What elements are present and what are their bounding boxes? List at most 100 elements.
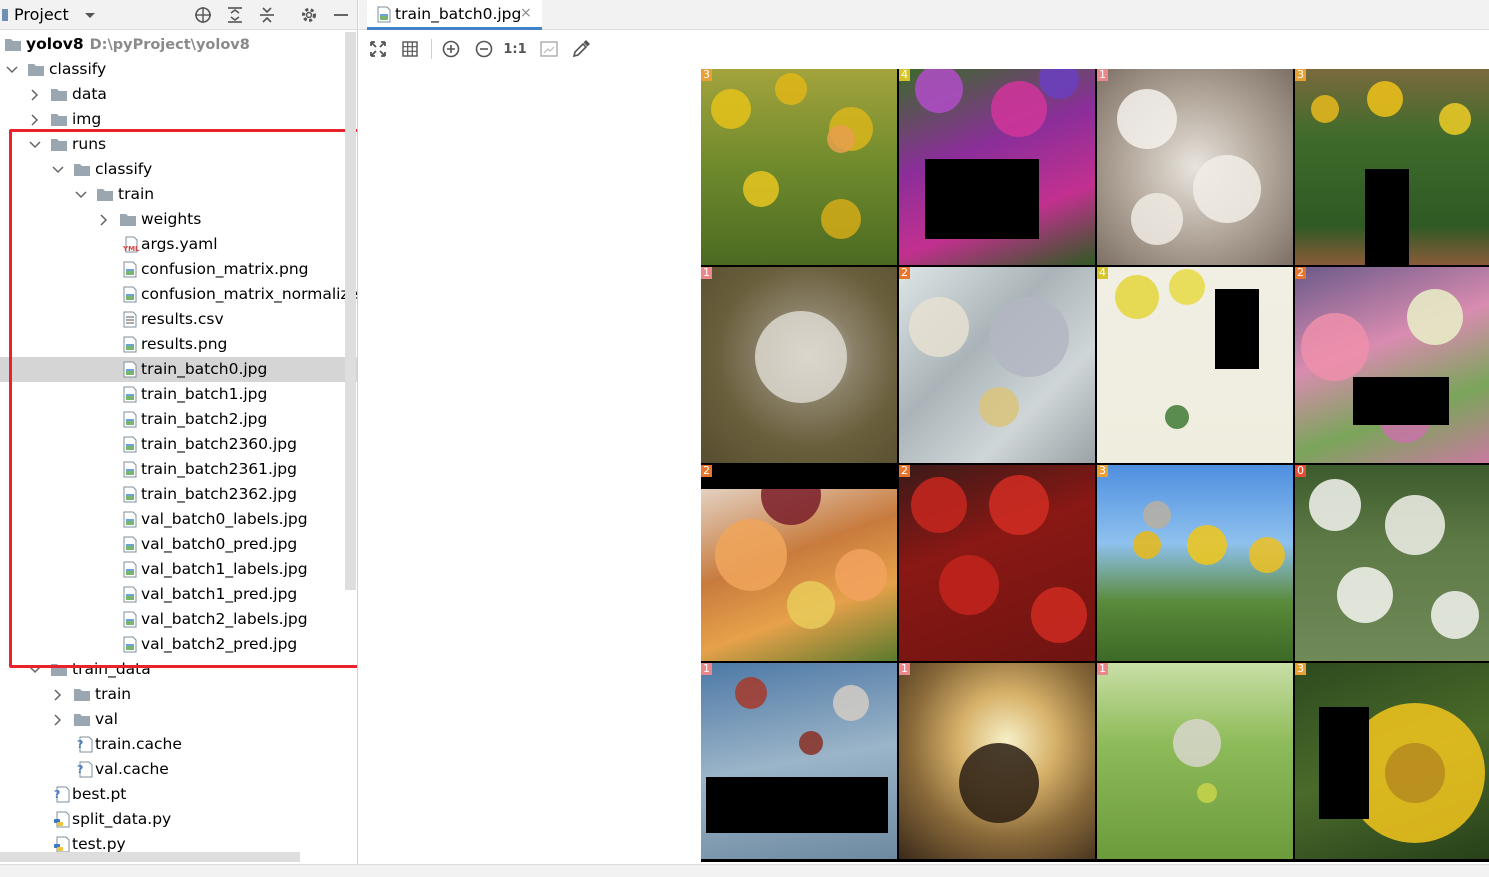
tab-label: train_batch0.jpg xyxy=(395,5,522,23)
tree-item-label: train xyxy=(95,685,132,703)
project-panel: Project yolov8 D:\pyProject\yolov8 classif… xyxy=(0,0,358,877)
class-label: 1 xyxy=(701,663,712,675)
tree-vertical-scrollbar[interactable] xyxy=(345,32,356,590)
svg-text:?: ? xyxy=(77,738,83,751)
flower-blob xyxy=(1337,567,1393,623)
class-label: 4 xyxy=(899,69,910,81)
flower-blob xyxy=(1115,275,1159,319)
class-label: 2 xyxy=(899,267,910,279)
cutout-mask xyxy=(1319,707,1369,819)
class-label: 2 xyxy=(899,465,910,477)
class-label: 0 xyxy=(1295,465,1306,477)
training-image-tile: 2 xyxy=(899,267,1095,463)
chevron-down-icon[interactable] xyxy=(5,62,19,76)
class-label: 3 xyxy=(701,69,712,81)
toolbar-separator xyxy=(431,39,432,59)
flower-blob xyxy=(735,677,767,709)
flower-blob xyxy=(1385,743,1445,803)
flower-blob xyxy=(743,171,779,207)
tree-row[interactable]: train xyxy=(0,682,357,707)
project-view-title[interactable]: Project xyxy=(14,5,69,24)
cutout-mask xyxy=(1353,377,1449,425)
flower-blob xyxy=(1165,405,1189,429)
flower-blob xyxy=(1131,193,1183,245)
class-label: 3 xyxy=(1097,465,1108,477)
locate-icon[interactable] xyxy=(193,5,213,25)
zoom-in-icon[interactable] xyxy=(441,39,461,59)
tab-train-batch0[interactable]: train_batch0.jpg × xyxy=(367,0,542,30)
tree-row[interactable]: ? val.cache xyxy=(0,757,357,782)
actual-size-label: 1:1 xyxy=(503,41,527,57)
flower-blob xyxy=(1197,783,1217,803)
folder-icon xyxy=(73,711,91,728)
zoom-out-icon[interactable] xyxy=(474,39,494,59)
expand-all-icon[interactable] xyxy=(225,5,245,25)
flower-blob xyxy=(911,477,967,533)
tree-row[interactable]: ? train.cache xyxy=(0,732,357,757)
cutout-mask xyxy=(701,465,897,489)
background-icon[interactable] xyxy=(539,39,559,59)
minimize-icon[interactable] xyxy=(331,5,351,25)
tree-row[interactable]: ? best.pt xyxy=(0,782,357,807)
chevron-right-icon[interactable] xyxy=(51,712,65,726)
unknown-file-icon: ? xyxy=(54,786,72,803)
chevron-right-icon[interactable] xyxy=(28,112,42,126)
tree-item-label: data xyxy=(72,85,107,103)
tree-row[interactable]: yolov8 D:\pyProject\yolov8 xyxy=(0,32,357,57)
flower-blob xyxy=(915,69,963,113)
training-image-tile: 3 xyxy=(1295,69,1489,265)
image-viewer-canvas[interactable]: 3 4 1 3 1 2 4 2 2 2 3 0 1 1 1 3 xyxy=(701,69,1489,862)
flower-blob xyxy=(835,549,887,601)
chevron-right-icon[interactable] xyxy=(28,87,42,101)
class-label: 1 xyxy=(899,663,910,675)
close-icon[interactable]: × xyxy=(520,5,532,21)
python-file-icon xyxy=(54,811,72,828)
flower-blob xyxy=(775,73,807,105)
training-image-tile: 0 xyxy=(1295,465,1489,661)
svg-text:?: ? xyxy=(54,788,60,801)
color-picker-icon[interactable] xyxy=(571,39,591,59)
gear-icon[interactable] xyxy=(299,5,319,25)
cutout-mask xyxy=(706,777,888,833)
class-label: 3 xyxy=(1295,663,1306,675)
training-image-tile: 3 xyxy=(1097,465,1293,661)
tree-row[interactable]: classify xyxy=(0,57,357,82)
training-image-tile: 2 xyxy=(899,465,1095,661)
flower-blob xyxy=(1367,81,1403,117)
flower-blob xyxy=(787,581,835,629)
training-image-tile: 1 xyxy=(1097,663,1293,859)
tree-item-label: split_data.py xyxy=(72,810,172,828)
tree-horizontal-scrollbar[interactable] xyxy=(0,852,300,862)
collapse-all-icon[interactable] xyxy=(257,5,277,25)
actual-size-icon[interactable]: 1:1 xyxy=(503,39,527,59)
tree-row[interactable]: val xyxy=(0,707,357,732)
class-label: 3 xyxy=(1295,69,1306,81)
flower-blob xyxy=(715,519,787,591)
tree-item-label: yolov8 D:\pyProject\yolov8 xyxy=(26,35,250,53)
training-image-tile: 4 xyxy=(1097,267,1293,463)
flower-blob xyxy=(1431,591,1479,639)
image-editor-toolbar: 1:1 xyxy=(359,31,1489,67)
tree-item-path: D:\pyProject\yolov8 xyxy=(89,37,250,53)
training-image-tile: 1 xyxy=(1097,69,1293,265)
annotation-highlight-box xyxy=(9,129,357,668)
fit-screen-icon[interactable] xyxy=(368,39,388,59)
unknown-file-icon: ? xyxy=(77,761,95,778)
tree-row[interactable]: data xyxy=(0,82,357,107)
grid-icon[interactable] xyxy=(400,39,420,59)
flower-blob xyxy=(827,125,855,153)
training-image-tile: 2 xyxy=(1295,267,1489,463)
chevron-right-icon[interactable] xyxy=(51,687,65,701)
class-label: 2 xyxy=(701,465,712,477)
flower-blob xyxy=(711,89,751,129)
training-image-tile: 1 xyxy=(701,663,897,859)
flower-blob xyxy=(1117,89,1177,149)
flower-blob xyxy=(821,199,861,239)
tree-item-label: classify xyxy=(49,60,107,78)
python-file-icon xyxy=(54,836,72,853)
tree-row[interactable]: split_data.py xyxy=(0,807,357,832)
tree-item-label: val.cache xyxy=(95,760,169,778)
flower-blob xyxy=(1133,531,1161,559)
flower-blob xyxy=(1385,495,1445,555)
chevron-down-icon[interactable] xyxy=(82,5,98,25)
